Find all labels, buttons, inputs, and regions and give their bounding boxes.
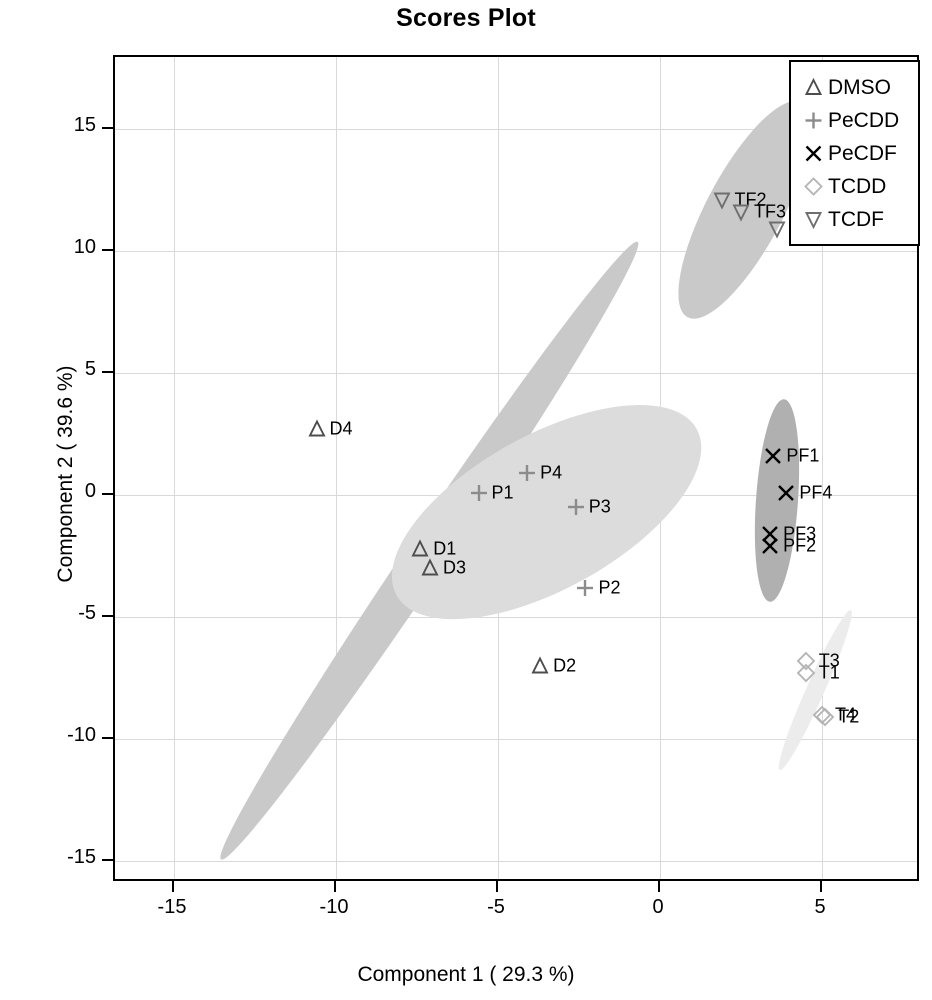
- plus-icon: [518, 464, 537, 483]
- y-tick-mark: [102, 493, 113, 495]
- x-tick-mark: [496, 881, 498, 892]
- y-tick-label: -15: [67, 846, 96, 868]
- legend-item-tcdd[interactable]: TCDD: [791, 170, 918, 203]
- gridline-horizontal: [115, 373, 917, 374]
- triangle-up-icon: [307, 419, 326, 439]
- plus-icon: [469, 483, 488, 502]
- triangle-down-icon: [798, 207, 828, 233]
- data-point-label: P4: [540, 462, 563, 483]
- triangle-down-icon: [767, 220, 786, 239]
- data-point-label: D2: [553, 655, 577, 676]
- gridline-horizontal: [115, 861, 917, 862]
- y-axis-title: Component 2 ( 39.6 %): [54, 365, 77, 583]
- legend-item-label: TCDD: [828, 174, 887, 198]
- legend-item-label: DMSO: [828, 75, 891, 99]
- data-point-label: P2: [598, 577, 621, 598]
- page-title: Scores Plot: [396, 4, 536, 32]
- y-tick-mark: [102, 859, 113, 861]
- legend-item-pecdf[interactable]: PeCDF: [791, 137, 918, 170]
- x-axis-title: Component 1 ( 29.3 %): [357, 963, 575, 986]
- data-point-label: PF2: [783, 535, 817, 556]
- legend-item-tcdf[interactable]: TCDF: [791, 203, 918, 236]
- y-tick-mark: [102, 127, 113, 129]
- y-tick-mark: [102, 371, 113, 373]
- scores-plot-figure: Scores Plot Component 1 ( 29.3 %) Compon…: [0, 0, 932, 1000]
- gridline-horizontal: [115, 617, 917, 618]
- cross-icon: [777, 483, 796, 502]
- diamond-icon: [796, 663, 816, 683]
- y-tick-mark: [102, 249, 113, 251]
- legend-item-label: TCDF: [828, 207, 884, 231]
- y-tick-label: -5: [78, 602, 96, 624]
- gridline-vertical: [174, 57, 175, 879]
- triangle-up-icon: [531, 656, 550, 675]
- triangle-up-icon: [798, 75, 828, 101]
- x-tick-label: -15: [157, 896, 187, 918]
- cross-icon: [798, 141, 828, 167]
- legend-item-dmso[interactable]: DMSO: [791, 71, 918, 104]
- y-tick-label: 5: [84, 358, 96, 380]
- confidence-ellipse: [771, 606, 860, 774]
- x-tick-label: 0: [652, 896, 664, 918]
- diamond-icon: [815, 707, 835, 727]
- legend[interactable]: DMSO PeCDD PeCDF TCDD TCDF: [789, 60, 920, 246]
- legend-item-label: PeCDD: [828, 108, 900, 132]
- cross-icon: [764, 446, 783, 465]
- y-tick-mark: [102, 737, 113, 739]
- x-tick-mark: [172, 881, 174, 892]
- x-tick-mark: [820, 881, 822, 892]
- plus-icon: [566, 498, 585, 517]
- gridline-horizontal: [115, 251, 917, 252]
- triangle-up-icon: [411, 539, 430, 558]
- plus-icon: [798, 108, 828, 134]
- plus-icon: [576, 578, 595, 597]
- data-point-label: PF1: [786, 445, 820, 466]
- data-point-label: D3: [442, 557, 466, 578]
- x-tick-mark: [334, 881, 336, 892]
- data-point-label: D1: [433, 538, 457, 559]
- triangle-down-icon: [712, 190, 731, 210]
- y-tick-mark: [102, 615, 113, 617]
- x-tick-mark: [658, 881, 660, 892]
- cross-icon: [761, 537, 780, 556]
- triangle-up-icon: [420, 558, 439, 578]
- data-point-label: PF4: [799, 482, 833, 503]
- triangle-down-icon: [732, 202, 751, 222]
- x-tick-label: -5: [487, 896, 505, 918]
- x-tick-label: -10: [319, 896, 349, 918]
- data-point-label: T2: [838, 706, 860, 727]
- diamond-icon: [798, 174, 828, 200]
- y-tick-label: -10: [67, 724, 96, 746]
- data-point-label: D4: [329, 418, 353, 439]
- data-point-label: P3: [588, 496, 611, 517]
- y-tick-label: 15: [73, 114, 96, 136]
- x-tick-label: 5: [814, 896, 826, 918]
- gridline-vertical: [336, 57, 337, 879]
- data-point-label: P1: [491, 482, 514, 503]
- y-tick-label: 0: [84, 480, 96, 502]
- legend-item-pecdd[interactable]: PeCDD: [791, 104, 918, 137]
- y-tick-label: 10: [73, 236, 96, 258]
- data-point-label: T1: [818, 662, 840, 683]
- legend-item-label: PeCDF: [828, 141, 897, 165]
